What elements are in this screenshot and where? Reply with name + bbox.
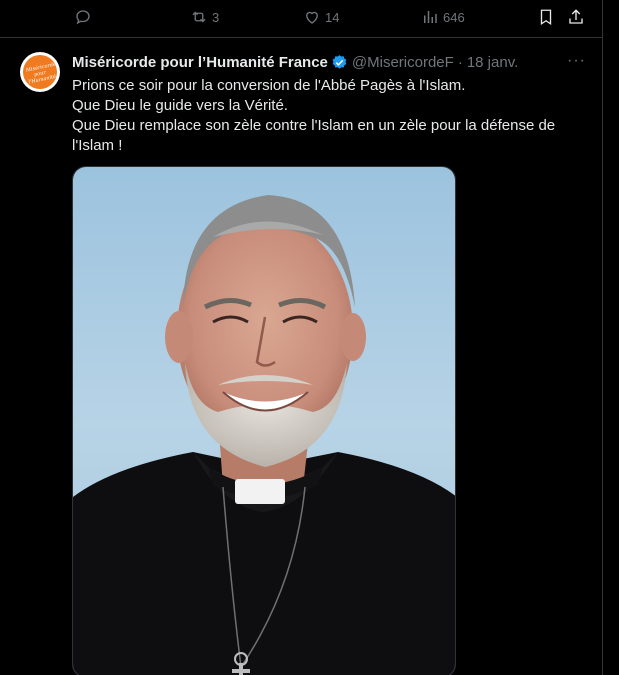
views-button[interactable]: 646	[421, 8, 465, 26]
bookmark-button[interactable]	[537, 8, 555, 26]
share-button[interactable]	[567, 8, 585, 26]
share-icon	[569, 9, 583, 24]
tweet-text-line: Prions ce soir pour la conversion de l'A…	[72, 77, 466, 94]
tweet-text-line: Que Dieu le guide vers la Vérité.	[72, 97, 288, 114]
retweet-button[interactable]: 3	[190, 8, 219, 26]
bookmark-icon	[540, 9, 552, 26]
tweet[interactable]: Miséricorde pour l'Humanité Miséricorde …	[0, 38, 602, 675]
tweet-photo[interactable]	[72, 166, 456, 675]
like-count: 14	[325, 9, 340, 25]
previous-tweet-action-bar: 3 14 646	[0, 0, 602, 38]
retweet-icon	[192, 11, 206, 23]
avatar-logo: Miséricorde pour l'Humanité	[23, 55, 57, 89]
like-button[interactable]: 14	[303, 8, 339, 26]
avatar[interactable]: Miséricorde pour l'Humanité	[20, 52, 60, 92]
reply-button[interactable]	[74, 8, 92, 26]
tweet-text-line: Que Dieu remplace son zèle contre l'Isla…	[72, 117, 556, 154]
tweet-text: Prions ce soir pour la conversion de l'A…	[72, 76, 572, 156]
page: 3 14 646 Miséricorde pour l'Humanité Mis…	[0, 0, 619, 675]
heart-icon	[306, 11, 318, 24]
reply-icon	[76, 10, 90, 25]
author-handle[interactable]: @MisericordeF	[352, 54, 454, 71]
separator-dot: ·	[457, 53, 463, 71]
tweet-date[interactable]: 18 janv.	[467, 54, 518, 71]
views-count: 646	[443, 9, 465, 25]
verified-badge-icon[interactable]	[331, 54, 348, 71]
retweet-count: 3	[212, 9, 220, 25]
views-chart-icon	[424, 11, 437, 23]
tweet-header: Miséricorde pour l’Humanité France @Mise…	[72, 52, 518, 72]
scrollbar[interactable]	[605, 0, 619, 675]
photo-priest-portrait	[73, 167, 455, 675]
timeline-column: 3 14 646 Miséricorde pour l'Humanité Mis…	[0, 0, 603, 675]
more-options-button[interactable]: ···	[567, 52, 586, 70]
author-name[interactable]: Miséricorde pour l’Humanité France	[72, 54, 328, 71]
avatar-logo-text: Miséricorde pour l'Humanité	[25, 61, 57, 86]
